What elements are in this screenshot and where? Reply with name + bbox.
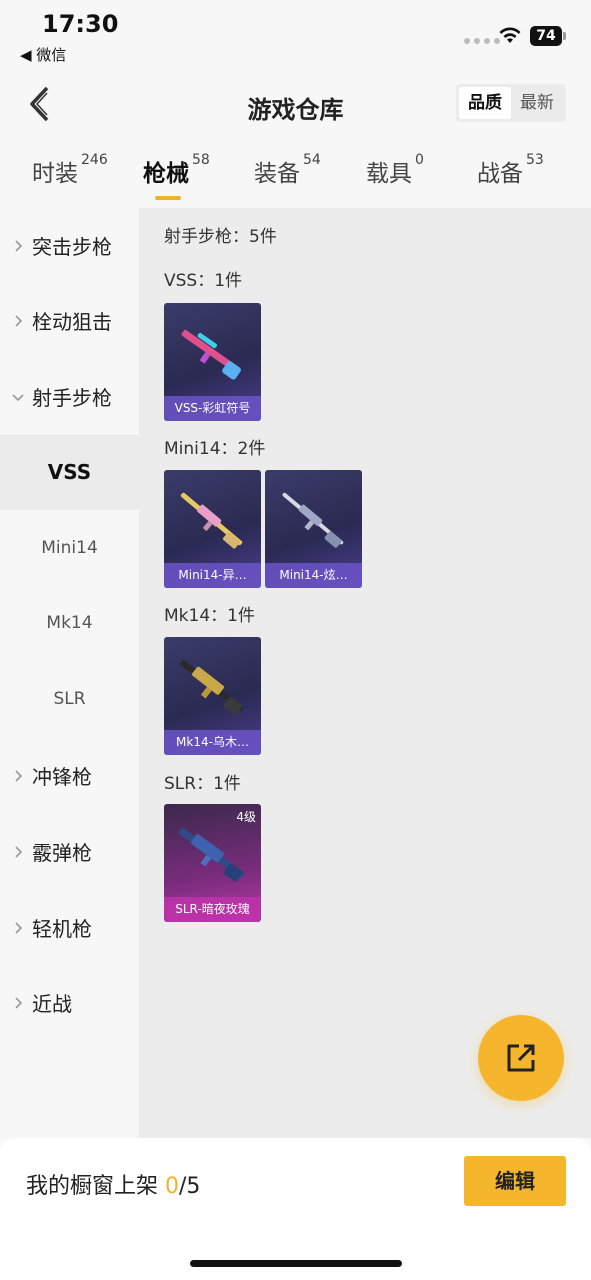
tab-count: 0 — [415, 152, 424, 168]
chevron-right-icon — [15, 921, 23, 934]
chevron-right-icon — [15, 314, 23, 327]
item-caption: VSS-彩虹符号 — [164, 396, 261, 421]
group-title-mk14: Mk14：1件 — [164, 606, 255, 626]
sidebar-item-label: 突击步枪 — [32, 235, 112, 259]
battery-tip — [563, 32, 566, 40]
showcase-status: 我的橱窗上架 0/5 — [26, 1168, 200, 1200]
tab-equipment[interactable]: 装备54 — [254, 152, 321, 188]
nav-bar: 游戏仓库 品质 最新 — [0, 70, 591, 140]
sort-quality-button[interactable]: 品质 — [459, 87, 511, 119]
chevron-right-icon — [15, 769, 23, 782]
sidebar: 突击步枪 栓动狙击 射手步枪 VSS Mini14 Mk14 SLR 冲锋枪 霰… — [0, 208, 139, 1138]
item-card-mk14[interactable]: Mk14-乌木… — [164, 637, 261, 755]
item-card-mini14-1[interactable]: Mini14-异… — [164, 470, 261, 588]
item-caption: Mk14-乌木… — [164, 730, 261, 755]
tab-count: 54 — [303, 152, 321, 168]
sidebar-item-label: 射手步枪 — [32, 386, 112, 410]
sidebar-item-label: 轻机枪 — [32, 917, 92, 941]
share-fab-button[interactable] — [478, 1015, 564, 1101]
sidebar-sub-mk14[interactable]: Mk14 — [0, 586, 139, 661]
tab-fashion[interactable]: 时装246 — [32, 152, 108, 188]
item-card-slr-night-rose[interactable]: 4级 SLR-暗夜玫瑰 — [164, 804, 261, 922]
active-tab-indicator — [155, 196, 181, 200]
tab-label: 枪械 — [143, 161, 189, 187]
status-bar: 17:30 ◀ 微信 74 — [0, 0, 591, 70]
wifi-icon — [499, 27, 521, 43]
item-caption: Mini14-炫… — [265, 563, 362, 588]
edit-button[interactable]: 编辑 — [464, 1156, 566, 1206]
tab-label: 战备 — [477, 161, 523, 187]
item-caption: Mini14-异… — [164, 563, 261, 588]
item-caption: SLR-暗夜玫瑰 — [164, 897, 261, 922]
rifle-skin-image — [178, 828, 245, 882]
chevron-right-icon — [15, 996, 23, 1009]
tab-vehicles[interactable]: 载具0 — [366, 152, 424, 188]
sidebar-item-label: 栓动狙击 — [32, 310, 112, 334]
rifle-skin-image — [180, 492, 243, 549]
group-title-mini14: Mini14：2件 — [164, 439, 266, 459]
tab-count: 53 — [526, 152, 544, 168]
rifle-skin-image — [181, 329, 241, 380]
group-title-vss: VSS：1件 — [164, 271, 243, 291]
tab-label: 时装 — [32, 161, 78, 187]
showcase-used-count: 0 — [165, 1174, 179, 1199]
sidebar-sub-vss[interactable]: VSS — [0, 435, 139, 510]
showcase-total: /5 — [179, 1174, 201, 1199]
sidebar-sub-mini14[interactable]: Mini14 — [0, 511, 139, 586]
sidebar-item-label: 冲锋枪 — [32, 765, 92, 789]
sidebar-item-lmg[interactable]: 轻机枪 — [0, 890, 139, 965]
item-grid: 射手步枪：5件 VSS：1件 VSS-彩虹符号 Mini14：2件 Mini14… — [139, 208, 591, 1138]
rifle-skin-image — [282, 492, 344, 548]
tab-supplies[interactable]: 战备53 — [477, 152, 544, 188]
sort-newest-button[interactable]: 最新 — [511, 87, 563, 119]
tab-count: 246 — [81, 152, 108, 168]
sidebar-item-label: 霰弹枪 — [32, 841, 92, 865]
sidebar-item-shotgun[interactable]: 霰弹枪 — [0, 814, 139, 889]
item-card-vss-rainbow[interactable]: VSS-彩虹符号 — [164, 303, 261, 421]
tab-label: 载具 — [366, 161, 412, 187]
sidebar-item-bolt-sniper[interactable]: 栓动狙击 — [0, 283, 139, 358]
signal-icon — [464, 38, 500, 44]
sidebar-item-smg[interactable]: 冲锋枪 — [0, 738, 139, 813]
share-export-icon — [507, 1044, 535, 1072]
chevron-down-icon — [12, 393, 24, 401]
chevron-right-icon — [15, 845, 23, 858]
sort-toggle: 品质 最新 — [456, 84, 566, 122]
sidebar-item-melee[interactable]: 近战 — [0, 965, 139, 1040]
sidebar-item-marksman-rifle[interactable]: 射手步枪 — [0, 359, 139, 434]
chevron-right-icon — [15, 239, 23, 252]
category-tabs: 时装246 枪械58 装备54 载具0 战备53 — [0, 140, 591, 208]
item-level-badge: 4级 — [236, 810, 256, 824]
home-indicator[interactable] — [190, 1260, 402, 1267]
showcase-label: 我的橱窗上架 — [26, 1174, 165, 1199]
bottom-bar: 我的橱窗上架 0/5 编辑 — [0, 1138, 591, 1280]
section-header: 射手步枪：5件 — [164, 227, 277, 247]
status-time: 17:30 — [42, 10, 119, 38]
sidebar-sub-slr[interactable]: SLR — [0, 662, 139, 737]
tab-label: 装备 — [254, 161, 300, 187]
sidebar-item-assault-rifle[interactable]: 突击步枪 — [0, 208, 139, 283]
return-to-app-link[interactable]: ◀ 微信 — [20, 44, 66, 65]
battery-icon: 74 — [530, 26, 562, 46]
sidebar-item-label: 近战 — [32, 992, 72, 1016]
group-title-slr: SLR：1件 — [164, 774, 241, 794]
tab-firearms[interactable]: 枪械58 — [143, 152, 210, 188]
tab-count: 58 — [192, 152, 210, 168]
item-card-mini14-2[interactable]: Mini14-炫… — [265, 470, 362, 588]
rifle-skin-image — [180, 660, 244, 715]
